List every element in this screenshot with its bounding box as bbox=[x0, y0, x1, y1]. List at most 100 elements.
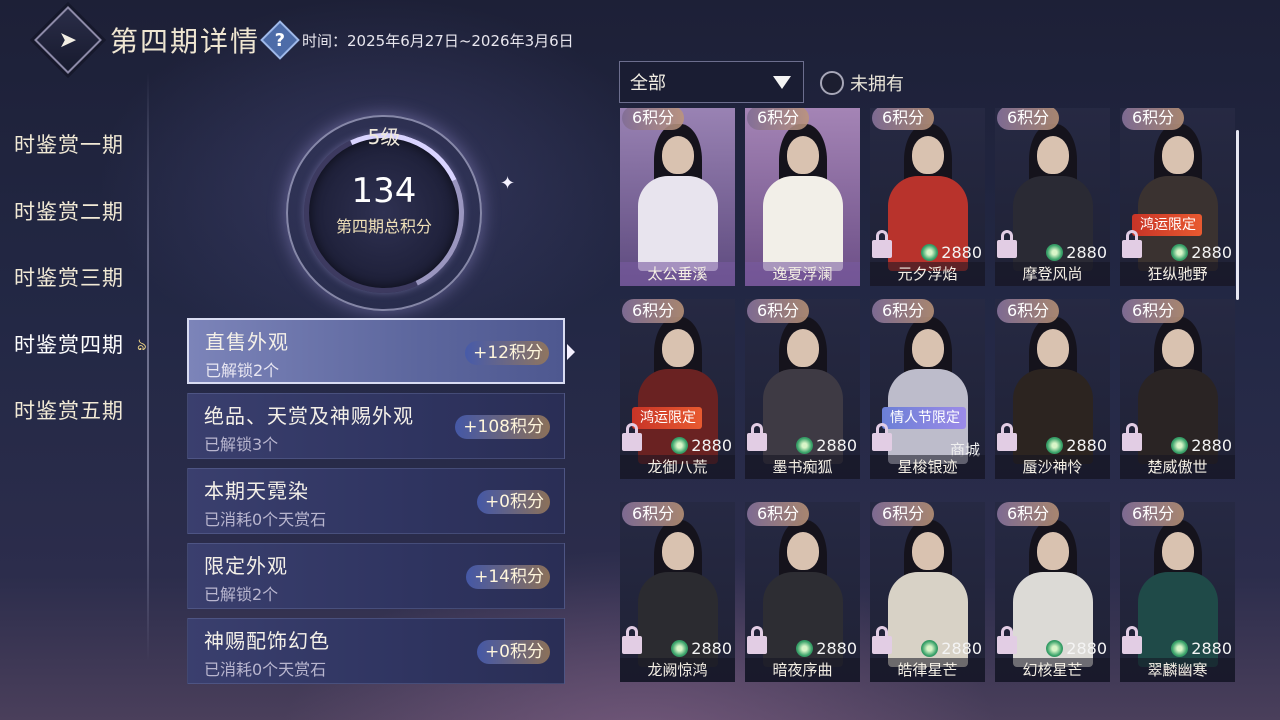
price-value: 2880 bbox=[1066, 243, 1107, 262]
question-icon: ? bbox=[274, 29, 286, 51]
character-head bbox=[787, 329, 819, 367]
outfit-card[interactable]: 6积分 鸿运限定 2880 龙御八荒 bbox=[620, 299, 735, 479]
character-head bbox=[662, 329, 694, 367]
jade-coin-icon bbox=[921, 640, 939, 657]
outfit-name: 太公垂溪 bbox=[620, 262, 735, 286]
card-points-badge: 6积分 bbox=[872, 299, 935, 323]
card-points-badge: 6积分 bbox=[1122, 108, 1185, 130]
outfit-card[interactable]: 6积分 鸿运限定 2880 狂纵驰野 bbox=[1120, 108, 1235, 286]
help-button[interactable]: ? bbox=[260, 20, 300, 60]
header: ➤ 第四期详情 ? 时间：2025年6月27日~2026年3月6日 bbox=[34, 6, 574, 74]
character-head bbox=[912, 329, 944, 367]
jade-coin-icon bbox=[1046, 244, 1064, 261]
price-value: 2880 bbox=[1066, 639, 1107, 658]
jade-coin-icon bbox=[671, 640, 689, 657]
back-button[interactable]: ➤ bbox=[34, 6, 102, 74]
card-price: 2880 bbox=[1171, 436, 1232, 455]
card-points-badge: 6积分 bbox=[997, 502, 1060, 526]
score-row-premium[interactable]: 绝品、天赏及神赐外观 已解锁3个 +108积分 bbox=[187, 393, 565, 459]
outfit-name: 翠麟幽寒 bbox=[1120, 658, 1235, 682]
outfit-name: 蜃沙神怜 bbox=[995, 455, 1110, 479]
jade-coin-icon bbox=[921, 244, 939, 261]
lock-icon bbox=[622, 423, 642, 451]
card-points-badge: 6积分 bbox=[747, 299, 810, 323]
nav-item-period-5[interactable]: 时鉴赏五期 bbox=[0, 378, 150, 445]
outfit-card[interactable]: 6积分 2880 墨书痴狐 bbox=[745, 299, 860, 479]
outfit-card[interactable]: 6积分 情人节限定 商城 星梭银迹 bbox=[870, 299, 985, 479]
card-points-badge: 6积分 bbox=[872, 502, 935, 526]
character-head bbox=[1037, 136, 1069, 174]
nav-item-period-3[interactable]: 时鉴赏三期 bbox=[0, 245, 150, 312]
outfit-card[interactable]: 6积分 2880 幻核星芒 bbox=[995, 502, 1110, 682]
character-head bbox=[662, 532, 694, 570]
score-row-limited[interactable]: 限定外观 已解锁2个 +14积分 bbox=[187, 543, 565, 609]
category-dropdown[interactable]: 全部 bbox=[619, 61, 804, 103]
score-row-accessory-color[interactable]: 神赐配饰幻色 已消耗0个天赏石 +0积分 bbox=[187, 618, 565, 684]
nav-item-period-4[interactable]: 时鉴赏四期 ঌ bbox=[0, 312, 150, 379]
lock-icon bbox=[747, 423, 767, 451]
outfit-card[interactable]: 6积分逸夏浮澜 bbox=[745, 108, 860, 286]
price-value: 2880 bbox=[941, 639, 982, 658]
jade-coin-icon bbox=[1046, 640, 1064, 657]
active-swirl-icon: ঌ bbox=[137, 334, 148, 354]
outfit-card[interactable]: 6积分 2880 楚威傲世 bbox=[1120, 299, 1235, 479]
outfit-card[interactable]: 6积分 2880 摩登风尚 bbox=[995, 108, 1110, 286]
card-points-badge: 6积分 bbox=[747, 108, 810, 130]
outfit-card[interactable]: 6积分 2880 蜃沙神怜 bbox=[995, 299, 1110, 479]
character-head bbox=[1037, 329, 1069, 367]
period-nav: 时鉴赏一期 时鉴赏二期 时鉴赏三期 时鉴赏四期 ঌ 时鉴赏五期 bbox=[0, 112, 150, 445]
card-price: 2880 bbox=[921, 243, 982, 262]
lock-icon bbox=[872, 423, 892, 451]
score-row-dye[interactable]: 本期天霓染 已消耗0个天赏石 +0积分 bbox=[187, 468, 565, 534]
dropdown-value: 全部 bbox=[630, 73, 666, 94]
price-value: 2880 bbox=[691, 436, 732, 455]
outfit-card[interactable]: 6积分 2880 翠麟幽寒 bbox=[1120, 502, 1235, 682]
character-outfit bbox=[638, 176, 718, 271]
card-points-badge: 6积分 bbox=[997, 299, 1060, 323]
lock-icon bbox=[997, 626, 1017, 654]
card-points-badge: 6积分 bbox=[622, 299, 685, 323]
outfit-card[interactable]: 6积分 2880 元夕浮焰 bbox=[870, 108, 985, 286]
character-head bbox=[1162, 136, 1194, 174]
outfit-card[interactable]: 6积分 太公垂溪 bbox=[620, 108, 735, 286]
price-value: 2880 bbox=[1191, 436, 1232, 455]
character-head bbox=[1162, 532, 1194, 570]
grid-scrollbar[interactable] bbox=[1236, 130, 1239, 300]
price-value: 2880 bbox=[941, 243, 982, 262]
card-price: 2880 bbox=[1171, 243, 1232, 262]
score-category-list: 直售外观 已解锁2个 +12积分 绝品、天赏及神赐外观 已解锁3个 +108积分… bbox=[187, 318, 575, 693]
lock-icon bbox=[997, 423, 1017, 451]
card-price: 2880 bbox=[1046, 639, 1107, 658]
period-text: 时间：2025年6月27日~2026年3月6日 bbox=[302, 31, 574, 50]
outfit-name: 幻核星芒 bbox=[995, 658, 1110, 682]
card-price: 2880 bbox=[921, 639, 982, 658]
outfit-name: 龙御八荒 bbox=[620, 455, 735, 479]
outfit-name: 皓律星芒 bbox=[870, 658, 985, 682]
jade-coin-icon bbox=[796, 437, 814, 454]
nav-item-period-1[interactable]: 时鉴赏一期 bbox=[0, 112, 150, 179]
lock-icon bbox=[747, 626, 767, 654]
unowned-toggle[interactable]: 未拥有 bbox=[820, 70, 904, 96]
outfit-name: 狂纵驰野 bbox=[1120, 262, 1235, 286]
card-points-badge: 6积分 bbox=[622, 502, 685, 526]
level-label: 5级 bbox=[367, 125, 401, 149]
outfit-card[interactable]: 6积分 2880 暗夜序曲 bbox=[745, 502, 860, 682]
price-value: 2880 bbox=[1191, 639, 1232, 658]
lock-icon bbox=[872, 230, 892, 258]
jade-coin-icon bbox=[1171, 437, 1189, 454]
card-points-badge: 6积分 bbox=[872, 108, 935, 130]
score-row-direct-sale[interactable]: 直售外观 已解锁2个 +12积分 bbox=[187, 318, 575, 384]
card-price: 2880 bbox=[796, 436, 857, 455]
outfit-name: 摩登风尚 bbox=[995, 262, 1110, 286]
toggle-label: 未拥有 bbox=[850, 74, 904, 95]
nav-item-period-2[interactable]: 时鉴赏二期 bbox=[0, 179, 150, 246]
outfit-name: 逸夏浮澜 bbox=[745, 262, 860, 286]
price-value: 2880 bbox=[691, 639, 732, 658]
outfit-card[interactable]: 6积分 2880 皓律星芒 bbox=[870, 502, 985, 682]
outfit-name: 暗夜序曲 bbox=[745, 658, 860, 682]
outfit-name: 龙阙惊鸿 bbox=[620, 658, 735, 682]
character-head bbox=[912, 532, 944, 570]
card-points-badge: 6积分 bbox=[1122, 299, 1185, 323]
outfit-card[interactable]: 6积分 2880 龙阙惊鸿 bbox=[620, 502, 735, 682]
row-points-badge: +14积分 bbox=[466, 565, 550, 589]
